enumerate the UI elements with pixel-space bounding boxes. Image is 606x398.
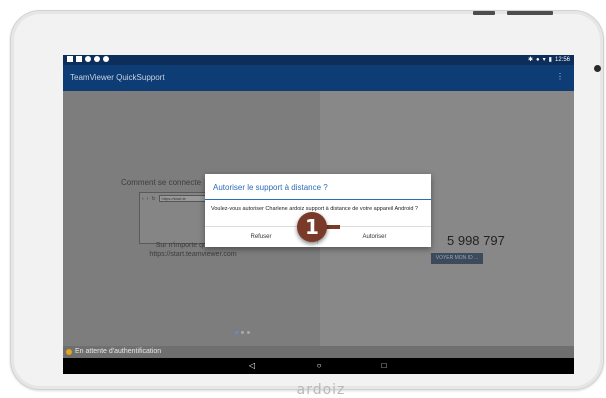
volume-button <box>473 11 495 15</box>
send-id-button[interactable]: VOYER MON ID ... <box>431 253 483 264</box>
wifi-icon: ▾ <box>542 57 546 63</box>
page-dot <box>235 331 238 334</box>
tablet-device: ardoiz ✱ ● ▾ ▮ 12:56 TeamViewer QuickSup… <box>10 10 604 398</box>
dialog-message-suffix: support à distance de votre appareil And… <box>304 206 418 212</box>
system-icons: ✱ ● ▾ ▮ 12:56 <box>528 56 570 64</box>
connect-heading: Comment se connecte <box>121 178 202 187</box>
dialog-message: Voulez-vous autoriser Charlene ardoiz su… <box>211 206 425 213</box>
app-title: TeamViewer QuickSupport <box>70 73 165 82</box>
more-vertical-icon[interactable]: ⋮ <box>556 72 564 82</box>
auth-status-bar: En attente d'authentification <box>63 346 574 358</box>
step-number-badge: 1 <box>297 212 327 242</box>
sync-icon: ● <box>536 57 540 63</box>
notification-icon <box>67 56 73 62</box>
notification-icon <box>103 56 109 62</box>
android-nav-bar: ◁ ○ □ <box>63 358 574 374</box>
notification-icon <box>76 56 82 62</box>
help-url: https://start.teamviewer.com <box>149 251 237 258</box>
back-arrow-icon: ‹ <box>142 195 144 202</box>
battery-icon: ▮ <box>548 57 552 63</box>
page-dot <box>247 331 250 334</box>
notification-icon <box>85 56 91 62</box>
page-indicator <box>235 331 250 334</box>
auth-status-text: En attente d'authentification <box>75 348 162 355</box>
bluetooth-icon: ✱ <box>528 57 534 63</box>
app-bar: TeamViewer QuickSupport ⋮ <box>63 65 574 91</box>
allow-button[interactable]: Autoriser <box>318 227 431 246</box>
nav-back-icon[interactable]: ◁ <box>246 361 258 371</box>
nav-recent-icon[interactable]: □ <box>378 361 390 371</box>
page-dot <box>241 331 244 334</box>
nav-home-icon[interactable]: ○ <box>313 361 325 371</box>
notification-icon <box>94 56 100 62</box>
dialog-message-prefix: Voulez-vous autoriser <box>211 206 266 212</box>
clock: 12:56 <box>554 57 570 63</box>
notification-icons <box>67 56 109 62</box>
power-button <box>507 11 553 15</box>
status-bar: ✱ ● ▾ ▮ 12:56 <box>63 55 574 65</box>
status-dot-icon <box>66 349 72 355</box>
forward-arrow-icon: › <box>146 195 149 202</box>
dialog-title: Autoriser le support à distance ? <box>213 183 328 192</box>
dialog-title-divider <box>205 199 431 200</box>
reload-icon: ↻ <box>151 195 156 202</box>
brand-logo: ardoiz <box>296 382 346 398</box>
teamviewer-id: 5 998 797 <box>447 233 505 248</box>
camera-icon <box>594 65 601 72</box>
requester-name: Charlene ardoiz <box>265 206 305 212</box>
